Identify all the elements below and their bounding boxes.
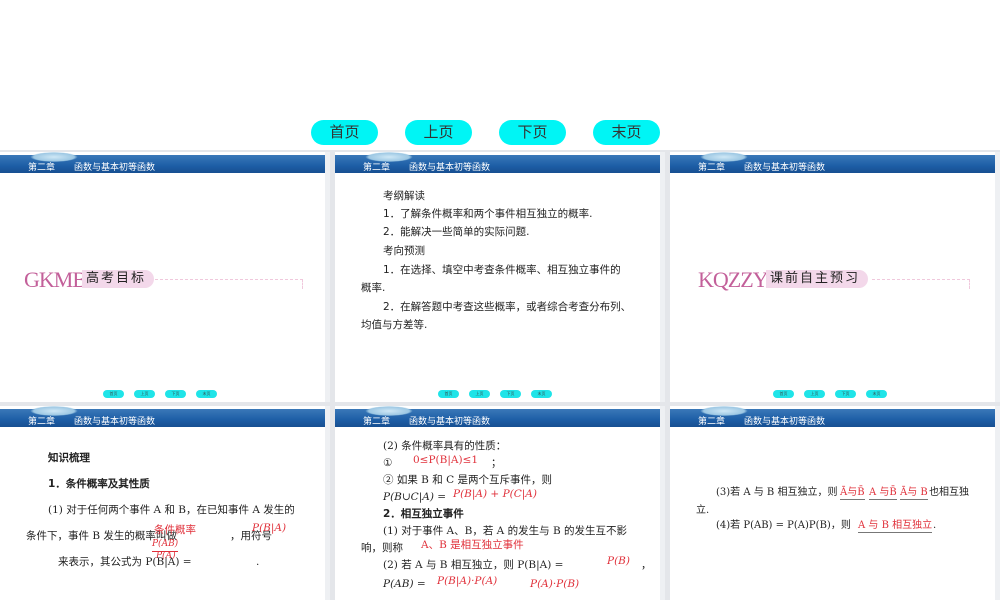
slide-grid: 第二章 函数与基本初等函数 GKMB 高考目标 首页 上页 下页 末页 第二章 函数与基本…	[0, 150, 1000, 600]
text-line: 1．在选择、填空中考查条件概率、相互独立事件的	[383, 264, 621, 276]
text-line: 均值与方差等.	[361, 319, 428, 331]
text-line: 立.	[696, 505, 710, 516]
mini-first-button[interactable]: 首页	[438, 390, 459, 398]
text-line: ①	[383, 457, 393, 469]
mini-next-button[interactable]: 下页	[165, 390, 186, 398]
mini-prev-button[interactable]: 上页	[804, 390, 825, 398]
first-page-button[interactable]: 首页	[311, 120, 378, 145]
slide-header: 第二章 函数与基本初等函数	[335, 152, 665, 173]
next-page-button[interactable]: 下页	[499, 120, 566, 145]
slide-thumbnail-1[interactable]: 第二章 函数与基本初等函数 GKMB 高考目标 首页 上页 下页 末页	[0, 152, 330, 402]
sub-heading: 1．条件概率及其性质	[48, 478, 150, 490]
slide-header: 第二章 函数与基本初等函数	[0, 406, 330, 427]
text-line: (1) 对于任何两个事件 A 和 B，在已知事件 A 发生的	[48, 504, 295, 516]
sub-heading: 2．相互独立事件	[383, 508, 464, 520]
divider	[155, 279, 303, 289]
text-line: (2) 若 A 与 B 相互独立，则 P(B|A) =	[383, 559, 564, 571]
slide-header: 第二章 函数与基本初等函数	[0, 152, 330, 173]
text-line: ，	[641, 559, 652, 571]
chapter-label: 第二章	[698, 417, 726, 427]
mini-first-button[interactable]: 首页	[773, 390, 794, 398]
answer-text: A、B 是相互独立事件	[421, 539, 524, 551]
chapter-title: 函数与基本初等函数	[74, 417, 156, 427]
answer-text: P(B|A)·P(A)	[437, 575, 498, 587]
chapter-label: 第二章	[28, 163, 56, 173]
chapter-label: 第二章	[28, 417, 56, 427]
chapter-title: 函数与基本初等函数	[744, 417, 826, 427]
text-line: 来表示，其公式为 P(B|A) =	[58, 556, 192, 568]
text-line: 概率.	[361, 282, 386, 294]
divider	[872, 279, 970, 289]
answer-text: P(B|A) + P(C|A)	[453, 488, 537, 500]
chapter-label: 第二章	[363, 417, 391, 427]
prev-page-button[interactable]: 上页	[405, 120, 472, 145]
slide-thumbnail-2[interactable]: 第二章 函数与基本初等函数 考纲解读 1．了解条件概率和两个事件相互独立的概率. …	[335, 152, 665, 402]
mini-last-button[interactable]: 末页	[196, 390, 217, 398]
answer-text: 条件概率	[154, 524, 196, 536]
mini-prev-button[interactable]: 上页	[469, 390, 490, 398]
top-navigation: 首页 上页 下页 末页	[0, 120, 1000, 146]
mini-last-button[interactable]: 末页	[866, 390, 887, 398]
text-line: 响，则称	[361, 542, 403, 554]
text-line: .	[256, 556, 260, 568]
text-line: ② 如果 B 和 C 是两个互斥事件，则	[383, 474, 552, 486]
answer-text: P(B)	[607, 555, 630, 567]
answer-text: A 与 B 相互独立	[858, 520, 933, 533]
chapter-label: 第二章	[698, 163, 726, 173]
text-line: 考纲解读	[383, 190, 425, 202]
text-line: 2．在解答题中考查这些概率，或者综合考查分布列、	[383, 301, 632, 313]
mini-next-button[interactable]: 下页	[835, 390, 856, 398]
text-line: (4)若 P(AB) = P(A)P(B)，则	[716, 520, 851, 531]
last-page-button[interactable]: 末页	[593, 120, 660, 145]
answer-text: P(A)·P(B)	[530, 578, 580, 590]
chapter-label: 第二章	[363, 163, 391, 173]
mini-next-button[interactable]: 下页	[500, 390, 521, 398]
slide-thumbnail-6[interactable]: 第二章 函数与基本初等函数 (3)若 A 与 B 相互独立，则 Ā与B̄ A 与B…	[670, 406, 1000, 600]
section-title: 高考目标	[82, 270, 155, 288]
answer-text: 0≤P(B|A)≤1	[413, 454, 479, 466]
mini-nav: 首页 上页 下页 末页	[335, 390, 665, 398]
answer-text: P(B|A)	[252, 522, 287, 534]
chapter-title: 函数与基本初等函数	[74, 163, 156, 173]
text-line: P(B∪C|A) =	[383, 491, 447, 503]
mini-last-button[interactable]: 末页	[531, 390, 552, 398]
text-line: 考向预测	[383, 245, 425, 257]
text-line: (2) 条件概率具有的性质：	[383, 440, 507, 452]
slide-thumbnail-3[interactable]: 第二章 函数与基本初等函数 KQZZYX 课前自主预习 首页 上页 下页 末页	[670, 152, 1000, 402]
text-line: P(AB) =	[383, 578, 426, 590]
mini-prev-button[interactable]: 上页	[134, 390, 155, 398]
chapter-title: 函数与基本初等函数	[744, 163, 826, 173]
section-title: 课前自主预习	[766, 270, 869, 288]
text-line: 2．能解决一些简单的实际问题.	[383, 226, 530, 238]
slide-header: 第二章 函数与基本初等函数	[670, 406, 1000, 427]
slide-thumbnail-4[interactable]: 第二章 函数与基本初等函数 知识梳理 1．条件概率及其性质 (1) 对于任何两个事…	[0, 406, 330, 600]
mini-nav: 首页 上页 下页 末页	[670, 390, 1000, 398]
text-line: 也相互独	[929, 487, 969, 498]
answer-text: A 与B̄	[869, 487, 897, 500]
slide-thumbnail-5[interactable]: 第二章 函数与基本初等函数 (2) 条件概率具有的性质： ① 0≤P(B|A)≤1…	[335, 406, 665, 600]
chapter-title: 函数与基本初等函数	[409, 417, 491, 427]
section-heading: 知识梳理	[48, 452, 90, 464]
section-logo: GKMB	[24, 267, 87, 292]
text-line: .	[933, 520, 937, 531]
text-line: 1．了解条件概率和两个事件相互独立的概率.	[383, 208, 593, 220]
text-line: (1) 对于事件 A、B，若 A 的发生与 B 的发生互不影	[383, 525, 627, 537]
slide-header: 第二章 函数与基本初等函数	[670, 152, 1000, 173]
mini-first-button[interactable]: 首页	[103, 390, 124, 398]
slide-header: 第二章 函数与基本初等函数	[335, 406, 665, 427]
chapter-title: 函数与基本初等函数	[409, 163, 491, 173]
text-line: ；	[491, 457, 502, 469]
mini-nav: 首页 上页 下页 末页	[0, 390, 330, 398]
text-line: (3)若 A 与 B 相互独立，则	[716, 487, 838, 498]
answer-text: Ā与B̄	[840, 487, 865, 500]
answer-text: Ā与 B	[900, 487, 928, 500]
